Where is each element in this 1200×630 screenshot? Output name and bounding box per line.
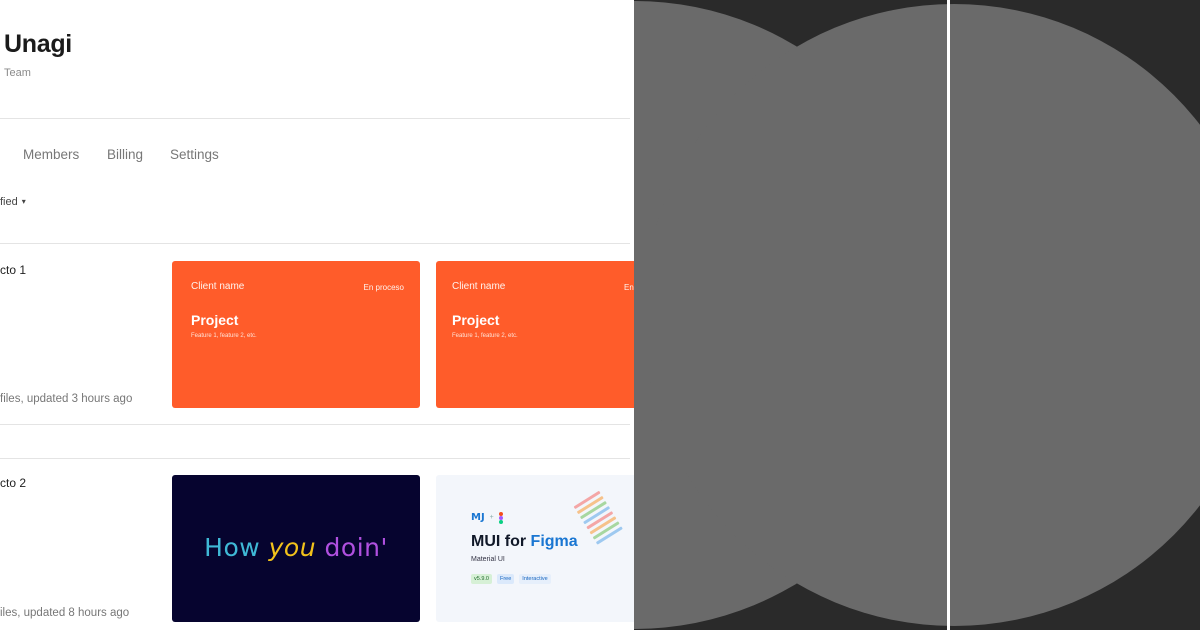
artwork-word: doin' (324, 533, 388, 562)
card-project-title: Project (191, 312, 239, 328)
artwork-word: How (204, 533, 261, 562)
header-divider (0, 118, 630, 119)
how-you-doin-artwork: How you doin' (172, 533, 420, 562)
status-label: En proceso (363, 283, 404, 292)
team-title: Unagi (4, 30, 72, 58)
free-badge: Free (496, 574, 515, 584)
figma-logo-icon (498, 512, 505, 524)
card-features: Feature 1, feature 2, etc. (191, 333, 257, 339)
mui-card-heading: MUI for Figma (471, 533, 578, 551)
client-name: Client name (452, 281, 506, 292)
plus-sign: + (489, 514, 494, 521)
project-name[interactable]: cto 2 (0, 476, 26, 490)
mui-card-subtitle: Material UI (471, 556, 505, 563)
project-card[interactable]: MJ + MUI for Figma Material UI v5.9.0 Fr… (436, 475, 634, 622)
decorative-circles (634, 1, 1200, 629)
project-meta: iles, updated 8 hours ago (0, 607, 130, 619)
decorative-background (634, 0, 1200, 630)
heading-accent: Figma (530, 533, 578, 550)
project-card[interactable]: Client name En proceso Project Feature 1… (172, 261, 420, 408)
tab-billing[interactable]: Billing (107, 147, 143, 162)
team-page: Unagi Team Members Billing Settings fied… (0, 0, 634, 630)
divider-line (947, 0, 950, 630)
tab-settings[interactable]: Settings (170, 147, 219, 162)
sort-filter-dropdown[interactable]: fied ▾ (0, 196, 26, 208)
chevron-down-icon: ▾ (21, 197, 26, 206)
status-label: En (624, 283, 634, 292)
heading-prefix: MUI for (471, 533, 531, 550)
team-subtitle: Team (4, 67, 31, 79)
project-meta: files, updated 3 hours ago (0, 393, 133, 405)
mui-figma-logos: MJ + (471, 512, 505, 524)
project-card[interactable]: How you doin' (172, 475, 420, 622)
sort-filter-label: fied (0, 196, 18, 208)
version-badge: v5.9.0 (471, 574, 492, 584)
client-name: Client name (191, 281, 245, 292)
mui-logo-icon: MJ (471, 512, 485, 523)
tab-members[interactable]: Members (23, 147, 79, 162)
list-divider-mid (0, 424, 630, 425)
card-features: Feature 1, feature 2, etc. (452, 333, 518, 339)
card-project-title: Project (452, 312, 500, 328)
project-name[interactable]: cto 1 (0, 263, 26, 277)
project-card[interactable]: Client name En Project Feature 1, featur… (436, 261, 634, 408)
color-swatches-graphic (573, 490, 625, 548)
artwork-word: you (268, 533, 317, 562)
interactive-badge: Interactive (519, 574, 551, 584)
list-divider-top (0, 243, 630, 244)
badge-row: v5.9.0 Free Interactive (471, 574, 551, 584)
list-divider-mid2 (0, 458, 630, 459)
